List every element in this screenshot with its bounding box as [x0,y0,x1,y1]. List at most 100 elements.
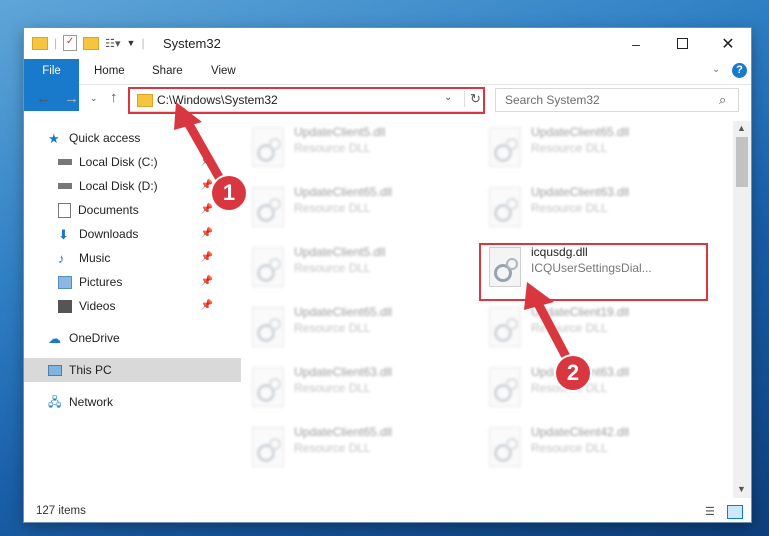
music-icon: ♪ [58,250,65,266]
window-title: System32 [163,36,221,51]
sidebar-item-label: Local Disk (D:) [79,179,158,193]
title-bar: | ✓ ☷▾ ▼ | System32 – ✕ [24,28,751,59]
large-icons-view-icon[interactable] [727,505,743,519]
file-name: UpdateClient63.dll [531,185,630,199]
videos-icon [58,299,72,313]
sidebar-item-label: Network [69,395,114,409]
minimize-button[interactable]: – [613,28,659,59]
sidebar-item-label: Downloads [79,227,139,241]
help-icon[interactable]: ? [732,63,747,78]
scroll-thumb[interactable] [736,137,748,187]
drive-icon [58,183,72,189]
list-item[interactable]: UpdateClient19.dll Resource DLL [479,301,709,353]
back-arrow-icon[interactable]: ← [36,90,51,107]
cloud-icon: ☁ [48,330,61,346]
dll-file-icon [252,427,284,467]
dll-file-icon [489,187,521,227]
search-placeholder: Search System32 [505,93,600,107]
address-bar-highlight [128,87,485,114]
details-view-icon[interactable]: ☰ [705,505,715,518]
list-item[interactable]: UpdateClient42.dll Resource DLL [479,421,709,473]
sidebar-item-label: Videos [79,299,116,313]
status-bar: 127 items ☰ [24,502,751,522]
list-item[interactable]: UpdateClient65.dll Resource DLL [242,301,472,353]
forward-arrow-icon[interactable]: → [64,90,79,107]
expand-ribbon-icon[interactable]: ⌄ [712,64,720,75]
file-name: UpdateClient65.dll [294,425,393,439]
pin-icon: 📌 [200,156,213,167]
list-item[interactable]: UpdateClient65.dll Resource DLL [242,421,472,473]
sidebar-item-local-disk-c[interactable]: Local Disk (C:) 📌 [24,150,217,174]
pin-icon: 📌 [200,300,213,311]
dll-file-icon [489,427,521,467]
dll-file-icon [252,247,284,287]
tab-view[interactable]: View [211,59,236,84]
sidebar-item-label: Documents [78,203,139,217]
list-item[interactable]: UpdateClient63.dll Resource DLL [479,181,709,233]
pin-icon: 📌 [200,228,213,239]
list-item[interactable]: UpdateClient5.dll Resource DLL [242,121,472,173]
file-description: Resource DLL [294,441,371,455]
file-name: UpdateClient5.dll [294,245,386,259]
file-name: UpdateClient65.dll [294,185,393,199]
properties-icon[interactable]: ✓ [63,35,78,51]
sidebar-item-label: Music [79,251,111,265]
up-arrow-icon[interactable]: ↑ [110,89,118,106]
customize-toolbar-icon[interactable]: ☷▾ [105,37,120,50]
drive-icon [58,159,72,165]
folder-icon [32,36,48,50]
search-box[interactable]: Search System32 ⌕ [495,88,739,112]
list-item[interactable]: UpdateClient63.dll Resource DLL [479,361,709,413]
sidebar-item-label: Pictures [79,275,123,289]
star-icon: ★ [48,130,60,146]
sidebar-item-this-pc[interactable]: This PC [24,358,241,382]
dll-file-icon [252,307,284,347]
tab-share[interactable]: Share [152,59,183,84]
new-folder-icon[interactable] [83,36,100,50]
sidebar-item-label: Quick access [69,131,141,145]
pin-icon: 📌 [200,252,213,263]
file-name: UpdateClient65.dll [294,305,393,319]
file-name: UpdateClient19.dll [531,305,630,319]
sidebar-item-onedrive[interactable]: ☁ OneDrive [24,326,241,350]
recent-locations-icon[interactable]: ⌄ [90,93,98,104]
dll-file-icon [489,367,521,407]
file-description: Resource DLL [531,141,608,155]
sidebar-item-videos[interactable]: Videos 📌 [24,294,217,318]
file-description: Resource DLL [531,321,608,335]
list-item[interactable]: UpdateClient63.dll Resource DLL [242,361,472,413]
sidebar-item-documents[interactable]: Documents 📌 [24,198,217,222]
scroll-up-icon[interactable]: ▲ [737,123,746,133]
list-item[interactable]: UpdateClient65.dll Resource DLL [242,181,472,233]
file-description: Resource DLL [294,261,371,275]
sidebar-item-quick-access[interactable]: ★ Quick access [24,126,241,150]
sidebar-item-downloads[interactable]: ⬇ Downloads 📌 [24,222,217,246]
divider: | [141,36,145,50]
ribbon-tabs: File Home Share View ⌄ ? [24,59,751,111]
tab-home[interactable]: Home [94,59,125,84]
dll-file-icon [489,127,521,167]
dll-file-icon [489,307,521,347]
close-button[interactable]: ✕ [705,28,751,59]
scroll-down-icon[interactable]: ▼ [737,484,746,494]
item-count: 127 items [36,505,86,517]
file-description: Resource DLL [294,201,371,215]
sidebar-item-music[interactable]: ♪ Music 📌 [24,246,217,270]
maximize-button[interactable] [659,28,705,59]
pin-icon: 📌 [200,180,213,191]
dropdown-arrow-icon[interactable]: ▼ [127,38,136,48]
vertical-scrollbar[interactable]: ▲ ▼ [733,121,751,498]
list-item[interactable]: UpdateClient65.dll Resource DLL [479,121,709,173]
dll-file-icon [252,187,284,227]
file-name: UpdateClient63.dll [294,365,393,379]
sidebar-item-label: Local Disk (C:) [79,155,158,169]
file-description: Resource DLL [294,141,371,155]
list-item[interactable]: UpdateClient5.dll Resource DLL [242,241,472,293]
search-icon[interactable]: ⌕ [719,92,726,108]
step-marker-1: 1 [212,176,246,210]
sidebar-item-network[interactable]: 🖧 Network [24,390,241,414]
sidebar-item-local-disk-d[interactable]: Local Disk (D:) 📌 [24,174,217,198]
network-icon: 🖧 [48,394,62,409]
sidebar-item-pictures[interactable]: Pictures 📌 [24,270,217,294]
dll-file-icon [252,127,284,167]
